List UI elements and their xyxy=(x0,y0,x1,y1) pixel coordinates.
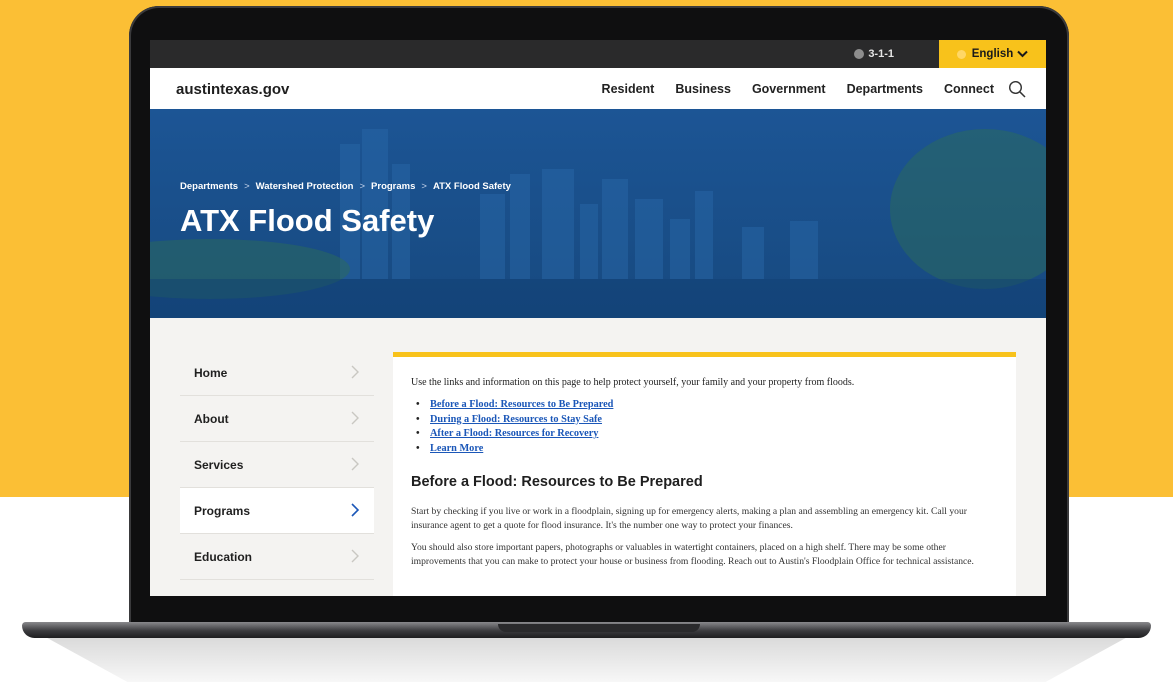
chevron-right-icon xyxy=(351,503,360,517)
chevron-right-icon xyxy=(351,365,359,379)
language-label: English xyxy=(971,48,1014,60)
sidebar-item-label: Education xyxy=(194,549,253,564)
breadcrumb: Departments > Watershed Protection > Pro… xyxy=(180,181,511,192)
sidebar-item-programs[interactable]: Programs xyxy=(180,488,374,534)
laptop-hinge xyxy=(498,624,700,632)
sidebar-item-education[interactable]: Education xyxy=(180,534,374,580)
breadcrumb-programs[interactable]: Programs xyxy=(371,181,415,192)
nav-item-resident[interactable]: Resident xyxy=(602,82,655,96)
content-area: Home About Services Programs Education U… xyxy=(150,318,1046,596)
section-paragraph: You should also store important papers, … xyxy=(411,542,974,567)
jump-link-during[interactable]: During a Flood: Resources to Stay Safe xyxy=(413,414,613,429)
breadcrumb-current-page: ATX Flood Safety xyxy=(432,181,511,192)
jump-link-before[interactable]: Before a Flood: Resources to Be Prepared xyxy=(413,399,613,414)
nav-item-connect[interactable]: Connect xyxy=(944,82,994,96)
laptop-shadow xyxy=(40,634,1133,682)
site-logo[interactable]: austintexas.gov xyxy=(176,81,289,98)
sidebar-item-about[interactable]: About xyxy=(180,396,374,442)
breadcrumb-separator: > xyxy=(421,181,427,192)
search-icon[interactable] xyxy=(1008,80,1026,98)
hero-banner: Departments > Watershed Protection > Pro… xyxy=(150,109,1046,318)
sidebar-item-label: About xyxy=(194,411,229,426)
section-paragraph: Start by checking if you live or work in… xyxy=(411,506,967,531)
breadcrumb-departments[interactable]: Departments xyxy=(180,181,238,192)
phone-icon xyxy=(854,49,865,59)
laptop-screen: 3-1-1 English austintexas.gov Resident B… xyxy=(150,40,1046,596)
sidebar-item-label: Home xyxy=(194,365,228,380)
utility-bar: 3-1-1 English xyxy=(150,40,1046,68)
phone-311-label: 3-1-1 xyxy=(868,48,894,60)
main-content-panel: Use the links and information on this pa… xyxy=(393,352,1016,596)
main-navigation: austintexas.gov Resident Business Govern… xyxy=(150,68,1046,109)
breadcrumb-watershed-protection[interactable]: Watershed Protection xyxy=(256,181,354,192)
page-title: ATX Flood Safety xyxy=(180,203,435,238)
nav-item-business[interactable]: Business xyxy=(675,82,731,96)
intro-text: Use the links and information on this pa… xyxy=(411,377,855,388)
chevron-right-icon xyxy=(351,549,359,563)
jump-link-after[interactable]: After a Flood: Resources for Recovery xyxy=(413,428,613,443)
nav-item-departments[interactable]: Departments xyxy=(847,82,923,96)
sidebar-item-services[interactable]: Services xyxy=(180,442,374,488)
breadcrumb-separator: > xyxy=(359,181,366,192)
section-heading: Before a Flood: Resources to Be Prepared xyxy=(411,474,703,490)
chevron-right-icon xyxy=(351,411,359,425)
chevron-right-icon xyxy=(351,457,359,471)
sidebar-nav: Home About Services Programs Education xyxy=(180,350,374,580)
breadcrumb-separator: > xyxy=(244,181,250,192)
language-selector[interactable]: English xyxy=(939,40,1046,68)
jump-links-list: Before a Flood: Resources to Be Prepared… xyxy=(413,399,613,457)
sidebar-item-home[interactable]: Home xyxy=(180,350,374,396)
chevron-down-icon xyxy=(1017,50,1028,58)
nav-links: Resident Business Government Departments… xyxy=(602,68,994,109)
sidebar-item-label: Programs xyxy=(194,503,251,518)
sidebar-item-label: Services xyxy=(194,457,244,472)
globe-icon xyxy=(956,49,966,59)
nav-item-government[interactable]: Government xyxy=(752,82,826,96)
phone-311-link[interactable]: 3-1-1 xyxy=(854,40,894,68)
jump-link-learn-more[interactable]: Learn More xyxy=(413,443,613,458)
